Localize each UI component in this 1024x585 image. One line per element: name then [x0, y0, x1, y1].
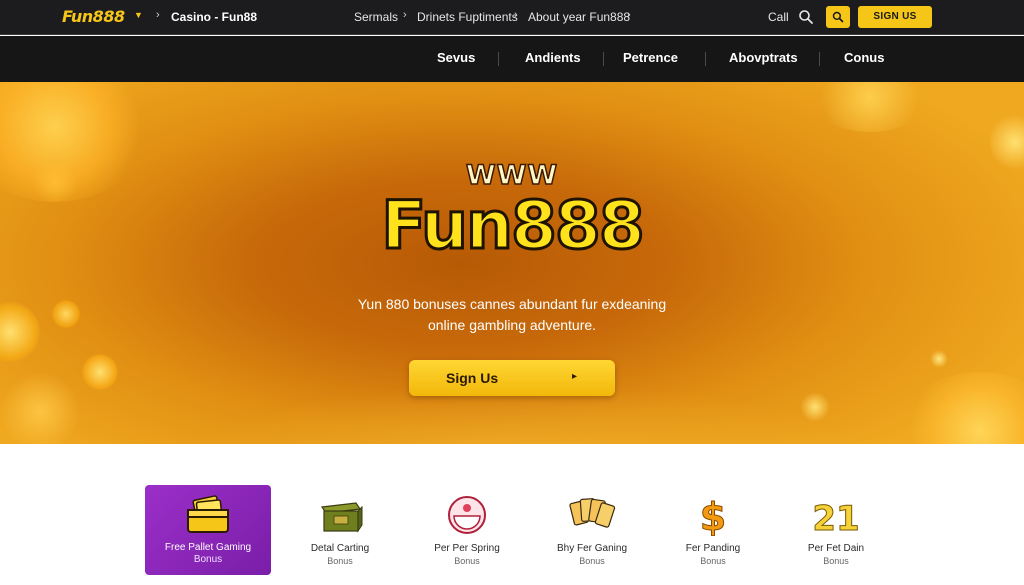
call-link[interactable]: Call [768, 10, 789, 24]
nav-divider [498, 52, 499, 66]
nav-divider [705, 52, 706, 66]
nav-item-conus[interactable]: Conus [844, 50, 884, 65]
roulette-wheel-icon [442, 493, 492, 537]
money-stack-icon [183, 493, 233, 537]
decor-glow [0, 372, 80, 444]
hero-brand-logo: Fun888 [380, 186, 647, 266]
dollar-sign-icon: $ [688, 493, 738, 537]
hero-tagline-line1: Yun 880 bonuses cannes abundant fur exde… [357, 296, 667, 312]
bonus-card-per-fet-dain[interactable]: 21 Per Fet Dain Bonus [773, 485, 899, 575]
breadcrumb-chevron-icon: › [156, 9, 160, 21]
search-icon [832, 11, 844, 23]
playing-cards-icon [567, 493, 617, 537]
main-nav: Sevus Andients Petrence Abovptrats Conus [0, 36, 1024, 82]
decor-glow [900, 372, 1024, 444]
treasure-chest-icon [315, 493, 365, 537]
card-title: Per Fet Dain [807, 543, 865, 554]
logo-dropdown-icon[interactable]: ▼ [134, 10, 143, 20]
card-subtitle: Bonus [193, 554, 223, 565]
nav-divider [603, 52, 604, 66]
hero-sign-up-button[interactable]: Sign Us ▸ [409, 360, 615, 396]
hero-banner: WWW Fun888 Yun 880 bonuses cannes abunda… [0, 82, 1024, 444]
nav-divider [819, 52, 820, 66]
bonus-card-fer-panding[interactable]: $ Fer Panding Bonus [650, 485, 776, 575]
hero-tagline-line2: online gambling adventure. [427, 317, 597, 333]
chevron-right-icon: › [403, 9, 407, 21]
bonus-card-detal-carting[interactable]: Detal Carting Bonus [277, 485, 403, 575]
nav-item-petrence[interactable]: Petrence [623, 50, 678, 65]
decor-orb [930, 350, 948, 368]
card-subtitle: Bonus [327, 556, 353, 566]
sign-up-button[interactable]: SIGN US [858, 6, 932, 28]
card-title: Free Pallet Gaming [164, 542, 252, 553]
nav-item-andients[interactable]: Andients [525, 50, 581, 65]
card-title: Per Per Spring [434, 543, 500, 554]
top-link-sermals[interactable]: Sermals [354, 10, 398, 24]
bonus-card-per-per-spring[interactable]: Per Per Spring Bonus [404, 485, 530, 575]
svg-text:$: $ [700, 495, 726, 536]
top-bar: Fun888 ▼ › Casino - Fun88 Sermals › Drin… [0, 0, 1024, 35]
blackjack-21-icon: 21 [811, 493, 861, 537]
card-subtitle: Bonus [579, 556, 605, 566]
decor-glow [810, 82, 930, 132]
card-title: Fer Panding [685, 543, 741, 554]
search-button[interactable] [826, 6, 850, 28]
bonus-card-free-pallet[interactable]: Free Pallet Gaming Bonus [145, 485, 271, 575]
chevron-right-icon: › [514, 9, 518, 21]
arrow-right-icon: ▸ [572, 371, 578, 382]
top-link-about[interactable]: About year Fun888 [528, 10, 630, 24]
nav-item-sevus[interactable]: Sevus [437, 50, 475, 65]
nav-item-abovptrats[interactable]: Abovptrats [729, 50, 798, 65]
card-title: Bhy Fer Ganing [556, 543, 628, 554]
search-icon[interactable] [798, 9, 814, 25]
decor-orb [82, 354, 118, 390]
card-subtitle: Bonus [454, 556, 480, 566]
hero-tagline: Yun 880 bonuses cannes abundant fur exde… [0, 294, 1024, 336]
hero-cta-label: Sign Us [446, 370, 499, 386]
breadcrumb-current[interactable]: Casino - Fun88 [171, 10, 257, 24]
top-link-drinets[interactable]: Drinets Fuptiments [417, 10, 518, 24]
card-subtitle: Bonus [823, 556, 849, 566]
bonus-card-bhy-fer-ganing[interactable]: Bhy Fer Ganing Bonus [529, 485, 655, 575]
bonus-cards-section: Free Pallet Gaming Bonus Detal Carting B… [0, 444, 1024, 585]
card-subtitle: Bonus [700, 556, 726, 566]
card-title: Detal Carting [310, 543, 370, 554]
site-logo[interactable]: Fun888 [62, 7, 125, 26]
chevron-right-icon: › [627, 9, 631, 21]
svg-text:21: 21 [812, 499, 859, 536]
